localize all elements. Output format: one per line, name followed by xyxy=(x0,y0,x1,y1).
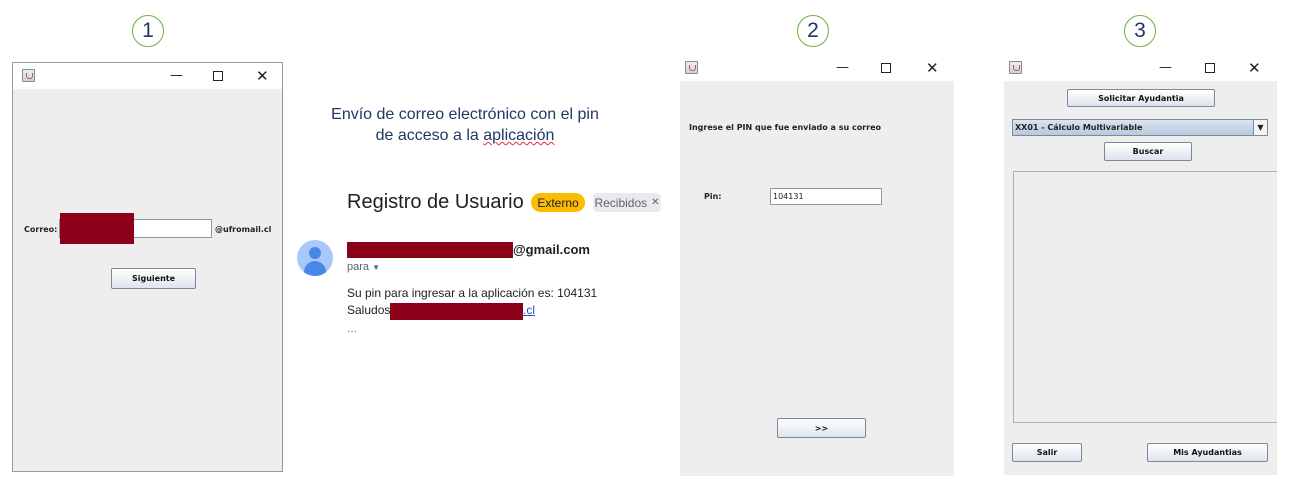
caption-line-1: Envío de correo electrónico con el pin xyxy=(331,106,599,123)
step-number-2: 2 xyxy=(797,15,829,47)
caption-line-2: de acceso a la aplicación xyxy=(300,125,630,146)
redacted-block xyxy=(60,213,134,244)
dropdown-arrow-icon[interactable]: ▼ xyxy=(372,263,380,272)
pin-instruction-label: Ingrese el PIN que fue enviado a su corr… xyxy=(689,123,881,132)
maximize-icon[interactable] xyxy=(213,71,223,81)
email-body-line-1: Su pin para ingresar a la aplicación es:… xyxy=(347,286,598,300)
title-bar: — ✕ xyxy=(1004,55,1277,81)
domain-suffix-label: @ufromail.cl xyxy=(215,225,272,234)
caption-line-2-text: de acceso a la xyxy=(375,127,484,144)
email-caption: Envío de correo electrónico con el pin d… xyxy=(300,104,630,146)
pin-window: — ✕ Ingrese el PIN que fue enviado a su … xyxy=(680,55,954,476)
course-select-value: XX01 - Cálculo Multivariable xyxy=(1015,123,1143,132)
minimize-icon[interactable]: — xyxy=(1159,60,1172,75)
mis-ayudantias-button[interactable]: Mis Ayudantias xyxy=(1147,443,1268,462)
title-bar: — ✕ xyxy=(680,55,954,81)
email-subject: Registro de Usuario xyxy=(347,191,524,213)
close-icon[interactable]: ✕ xyxy=(926,59,939,77)
next-button[interactable]: >> xyxy=(777,418,866,438)
close-icon[interactable]: ✕ xyxy=(256,67,269,85)
email-body-saludos: Saludos xyxy=(347,303,391,317)
sender-avatar xyxy=(297,240,333,276)
redacted-sender-name xyxy=(347,242,513,258)
salir-button[interactable]: Salir xyxy=(1012,443,1082,462)
close-icon[interactable]: ✕ xyxy=(1248,59,1261,77)
title-bar: — ✕ xyxy=(13,63,282,89)
login-window: — ✕ Correo: @ufromail.cl Siguiente xyxy=(12,62,283,472)
redacted-signature xyxy=(390,303,523,320)
minimize-icon[interactable]: — xyxy=(170,68,183,83)
caption-misspelled-word: aplicación xyxy=(483,127,555,144)
pin-input[interactable]: 104131 xyxy=(770,188,882,205)
minimize-icon[interactable]: — xyxy=(836,60,849,75)
java-app-icon xyxy=(22,69,35,82)
externo-label-chip: Externo xyxy=(531,193,585,212)
email-trimmed-ellipsis[interactable]: ... xyxy=(347,321,357,335)
siguiente-button[interactable]: Siguiente xyxy=(111,268,196,289)
signature-link[interactable]: .cl xyxy=(523,303,535,317)
recipient-line[interactable]: para ▼ xyxy=(347,261,380,273)
recipient-label: para xyxy=(347,261,370,273)
remove-label-icon[interactable]: ✕ xyxy=(651,197,659,208)
ayudantias-window: — ✕ Solicitar Ayudantia XX01 - Cálculo M… xyxy=(1004,55,1277,475)
java-app-icon xyxy=(1009,61,1022,74)
results-list[interactable] xyxy=(1013,171,1277,423)
step-number-1: 1 xyxy=(132,15,164,47)
step-number-3: 3 xyxy=(1124,15,1156,47)
chevron-down-icon[interactable]: ▼ xyxy=(1253,120,1267,135)
course-select[interactable]: XX01 - Cálculo Multivariable ▼ xyxy=(1012,119,1268,136)
pin-label: Pin: xyxy=(704,192,722,201)
maximize-icon[interactable] xyxy=(881,63,891,73)
buscar-button[interactable]: Buscar xyxy=(1104,142,1192,161)
solicitar-ayudantia-button[interactable]: Solicitar Ayudantia xyxy=(1067,89,1215,107)
maximize-icon[interactable] xyxy=(1205,63,1215,73)
recibidos-label-chip[interactable]: Recibidos ✕ xyxy=(593,193,661,212)
java-app-icon xyxy=(685,61,698,74)
sender-email: @gmail.com xyxy=(513,242,590,257)
correo-label: Correo: xyxy=(24,225,58,234)
recibidos-label-text: Recibidos xyxy=(594,195,648,210)
